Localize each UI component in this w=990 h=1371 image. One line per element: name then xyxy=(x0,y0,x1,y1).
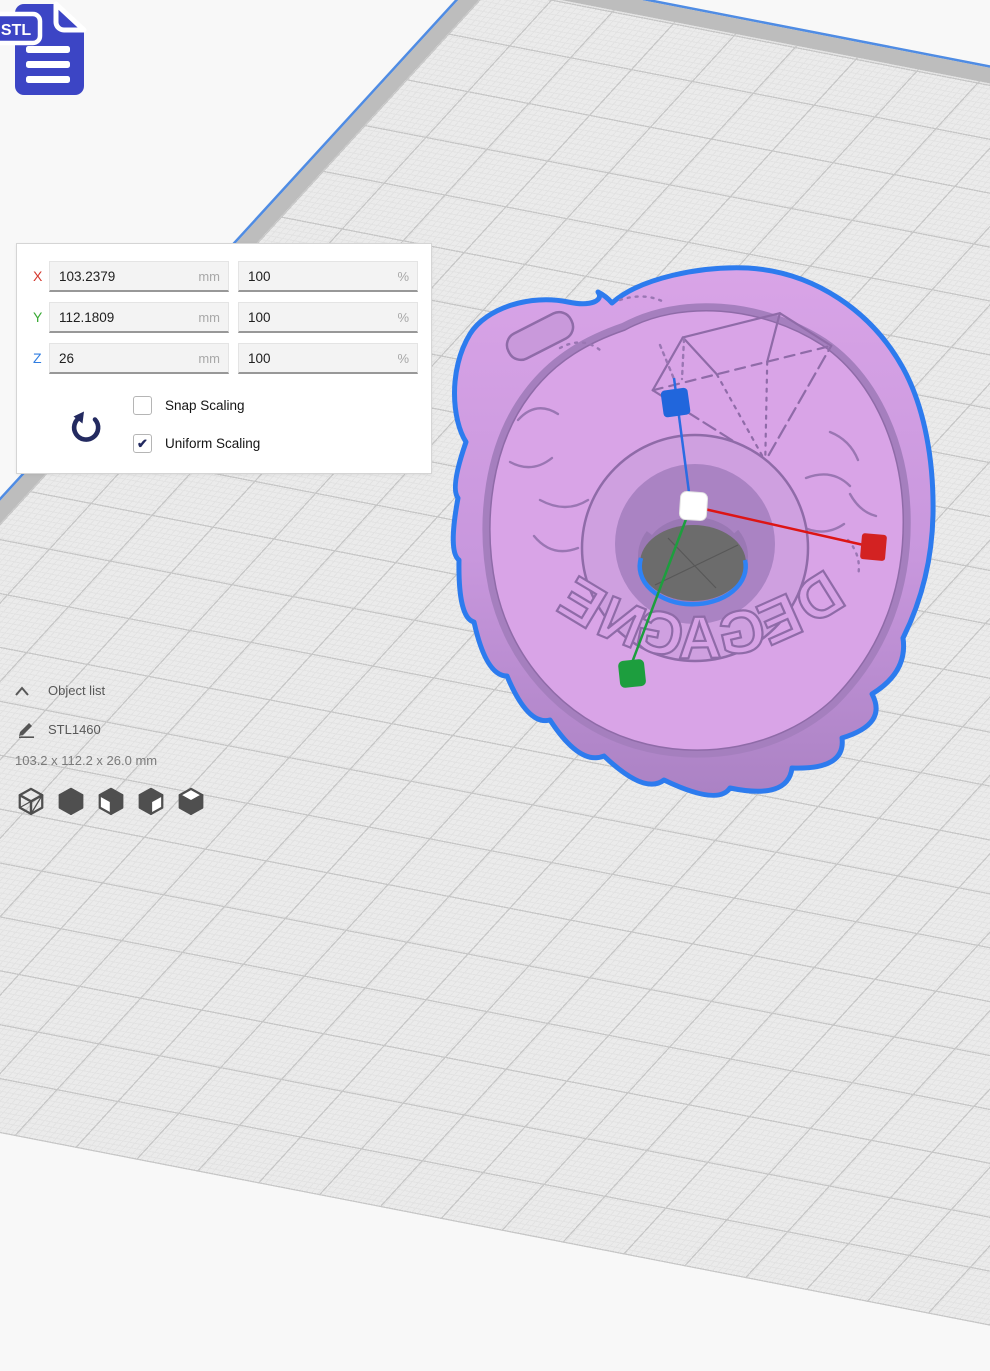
z-mm-field-wrap: mm xyxy=(49,343,229,374)
axis-x-label: X xyxy=(33,268,49,284)
y-percent-input[interactable] xyxy=(239,303,417,331)
cube-solid-icon xyxy=(56,786,86,818)
scale-row-y: Y mm % xyxy=(17,302,431,333)
model-dimensions-readout: 103.2 x 112.2 x 26.0 mm xyxy=(15,753,157,768)
x-mm-field-wrap: mm xyxy=(49,261,229,292)
snap-scaling-checkbox[interactable] xyxy=(133,396,152,415)
z-percent-input[interactable] xyxy=(239,344,417,372)
cube-right-face-icon xyxy=(136,786,166,818)
viewport-background[interactable]: { "file_icon": { "label": "STL" }, "scal… xyxy=(0,0,990,830)
stl-badge-label: STL xyxy=(1,22,31,39)
snap-scaling-label: Snap Scaling xyxy=(165,398,245,413)
y-mm-input[interactable] xyxy=(50,303,228,331)
plate-through-hole xyxy=(640,525,746,601)
x-percent-field-wrap: % xyxy=(238,261,418,292)
y-percent-field-wrap: % xyxy=(238,302,418,333)
gizmo-handle-red[interactable] xyxy=(860,533,887,561)
stl-file-icon[interactable]: STL xyxy=(0,0,98,102)
model-stl1460[interactable]: E N G A G E D xyxy=(453,268,933,796)
scale-row-z: Z mm % xyxy=(17,343,431,374)
stl-document-fold xyxy=(56,4,84,30)
object-list-item-stl1460[interactable]: STL1460 xyxy=(48,722,101,737)
view-3d-button[interactable] xyxy=(16,786,46,818)
gizmo-handle-center[interactable] xyxy=(679,491,708,521)
reset-scale-button[interactable] xyxy=(69,410,103,446)
view-left-button[interactable] xyxy=(136,786,166,818)
view-front-button[interactable] xyxy=(56,786,86,818)
uniform-scaling-label: Uniform Scaling xyxy=(165,436,260,451)
y-mm-field-wrap: mm xyxy=(49,302,229,333)
edit-pencil-icon[interactable] xyxy=(16,718,36,743)
z-percent-field-wrap: % xyxy=(238,343,418,374)
axis-y-label: Y xyxy=(33,309,49,325)
object-list-header[interactable]: Object list xyxy=(48,683,105,698)
x-mm-input[interactable] xyxy=(50,262,228,290)
uniform-scaling-checkbox[interactable]: ✔ xyxy=(133,434,152,453)
z-mm-input[interactable] xyxy=(50,344,228,372)
axis-z-label: Z xyxy=(33,350,49,366)
collapse-caret-icon[interactable] xyxy=(14,684,30,702)
view-right-button[interactable] xyxy=(176,786,206,818)
cube-wireframe-icon xyxy=(16,786,46,818)
gizmo-handle-green[interactable] xyxy=(618,659,647,689)
camera-view-buttons xyxy=(16,786,206,818)
reset-icon xyxy=(74,417,98,440)
scale-row-x: X mm % xyxy=(17,261,431,292)
x-percent-input[interactable] xyxy=(239,262,417,290)
scale-tool-panel: X mm % Y mm % Z mm % xyxy=(16,243,432,474)
cube-top-face-icon xyxy=(176,786,206,818)
cube-front-face-icon xyxy=(96,786,126,818)
view-top-button[interactable] xyxy=(96,786,126,818)
gizmo-handle-blue[interactable] xyxy=(660,387,690,417)
